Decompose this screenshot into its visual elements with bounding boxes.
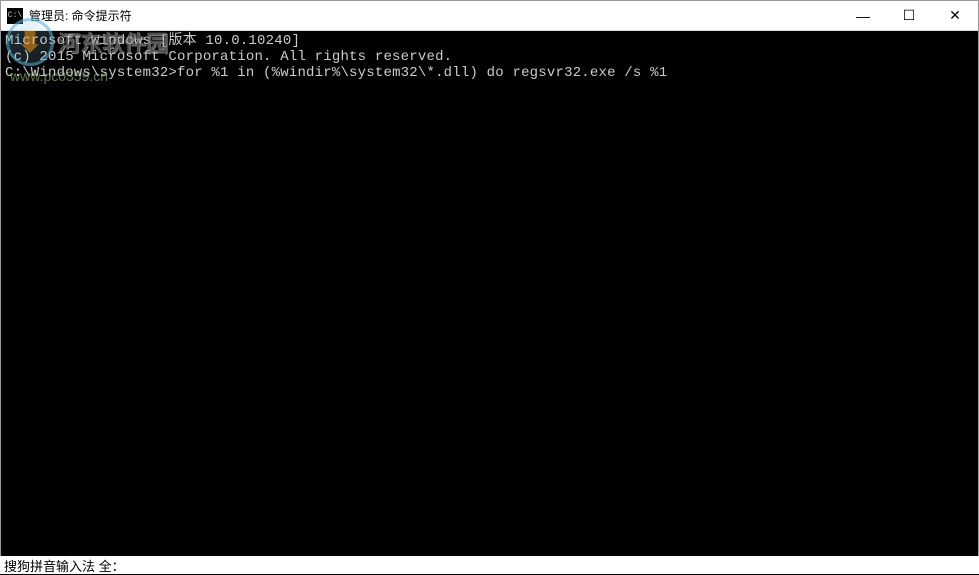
cmd-icon: C:\	[7, 8, 23, 24]
ime-status-bar: 搜狗拼音输入法 全：	[0, 556, 979, 574]
window-title: 管理员: 命令提示符	[29, 7, 132, 24]
minimize-button[interactable]: —	[840, 1, 886, 30]
terminal-version-line: Microsoft Windows [版本 10.0.10240]	[5, 33, 974, 49]
titlebar-left-section: C:\ 管理员: 命令提示符	[7, 7, 132, 24]
close-button[interactable]: ✕	[932, 1, 978, 30]
terminal-output-area[interactable]: Microsoft Windows [版本 10.0.10240] (c) 20…	[1, 31, 978, 573]
command-prompt-window: C:\ 管理员: 命令提示符 — ☐ ✕ Microsoft Windows […	[0, 0, 979, 574]
prompt-path: C:\Windows\system32>	[5, 65, 177, 81]
input-command[interactable]: for %1 in (%windir%\system32\*.dll) do r…	[177, 65, 667, 81]
maximize-button[interactable]: ☐	[886, 1, 932, 30]
window-titlebar[interactable]: C:\ 管理员: 命令提示符 — ☐ ✕	[1, 1, 978, 31]
terminal-copyright-line: (c) 2015 Microsoft Corporation. All righ…	[5, 49, 974, 65]
ime-status-text: 搜狗拼音输入法 全：	[4, 556, 125, 575]
terminal-prompt-line: C:\Windows\system32>for %1 in (%windir%\…	[5, 65, 974, 81]
window-controls: — ☐ ✕	[840, 1, 978, 30]
